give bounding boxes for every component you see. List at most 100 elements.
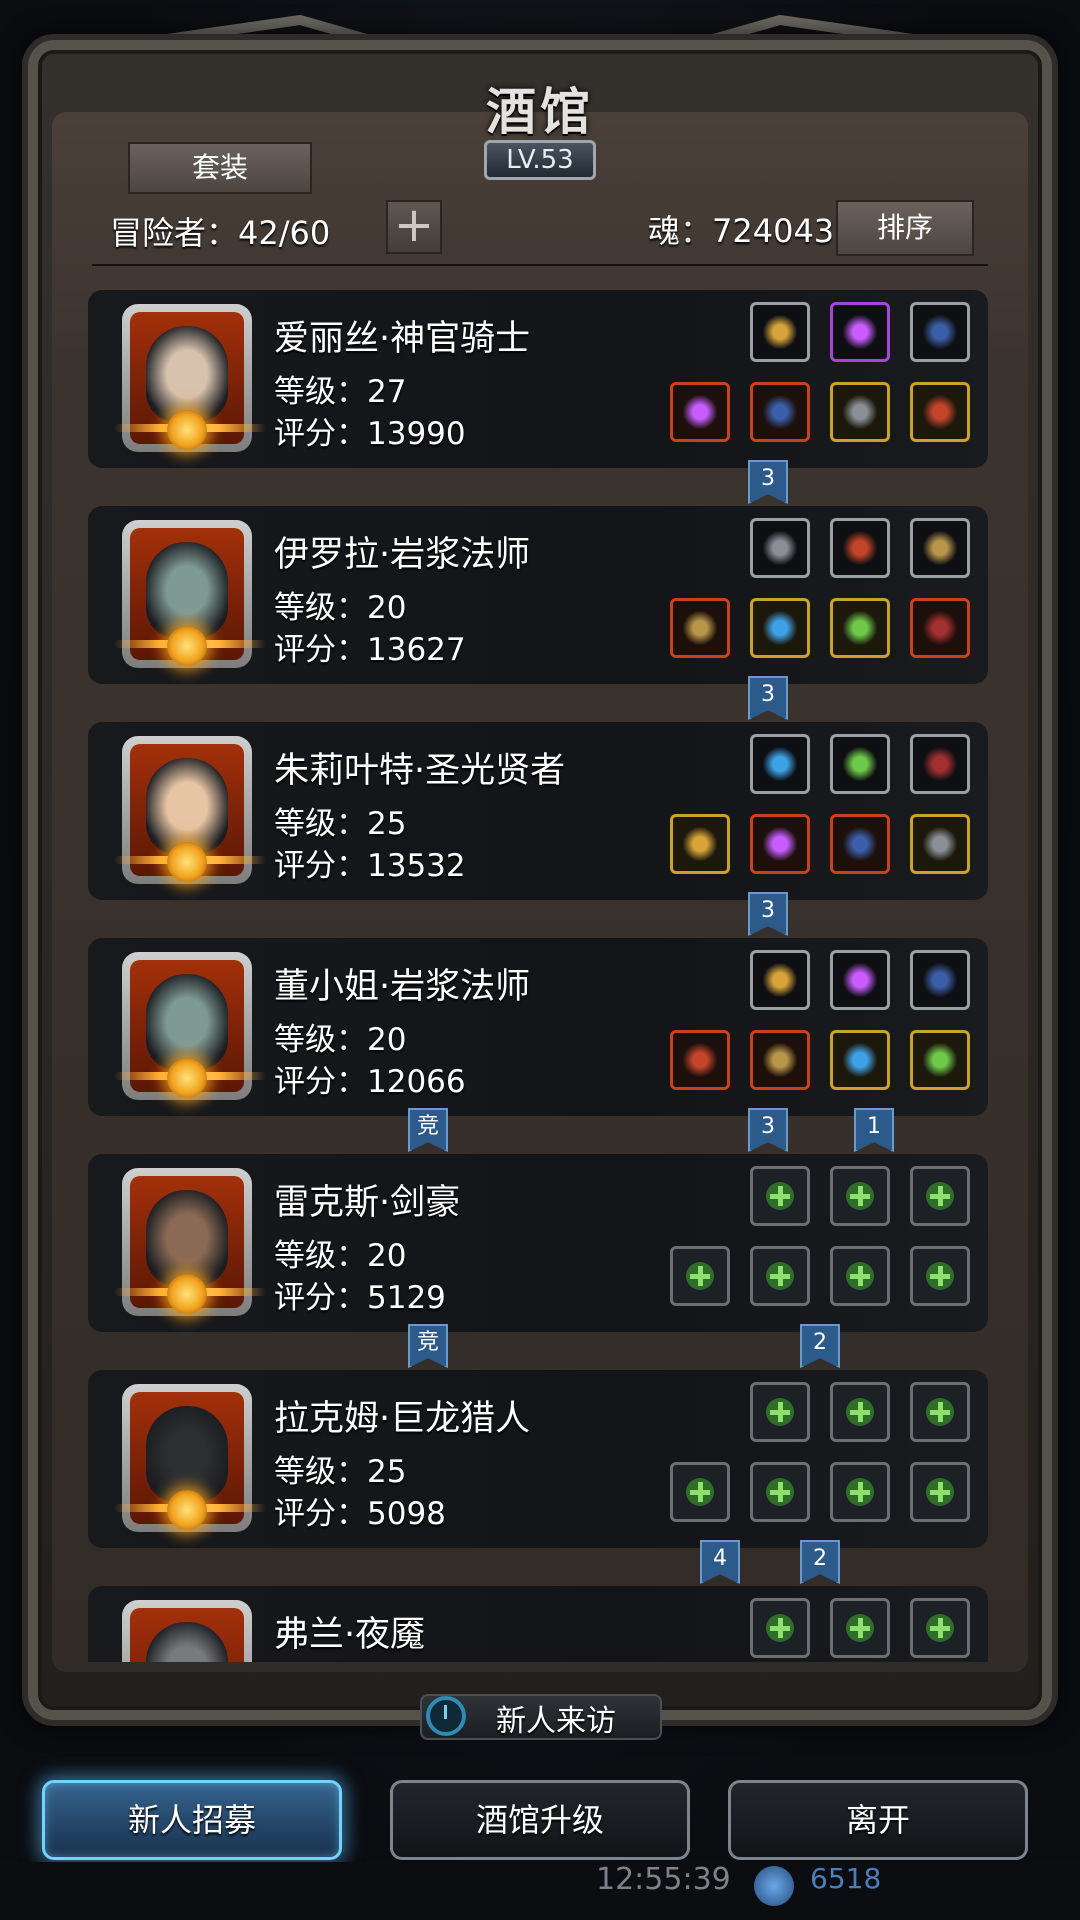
equipment-slot[interactable]: [830, 598, 890, 658]
equipment-slot[interactable]: [750, 598, 810, 658]
equipment-slot[interactable]: [830, 1462, 890, 1522]
rank-medal-icon: [167, 1490, 207, 1530]
hero-score: 评分：13627: [274, 632, 466, 668]
hero-score: 评分：5098: [274, 1496, 446, 1532]
equipment-slot[interactable]: [910, 814, 970, 874]
hero-card[interactable]: 朱莉叶特·圣光贤者 等级：25 评分：13532: [88, 722, 988, 900]
equipment-slot[interactable]: [750, 1462, 810, 1522]
tavern-upgrade-button[interactable]: 酒馆升级: [390, 1780, 690, 1860]
hero-card[interactable]: 爱丽丝·神官骑士 等级：27 评分：13990: [88, 290, 988, 468]
hero-portrait[interactable]: [122, 1600, 252, 1662]
equipment-slot[interactable]: [910, 1166, 970, 1226]
hero-name: 拉克姆·巨龙猎人: [274, 1399, 531, 1439]
equipment-slot[interactable]: [750, 518, 810, 578]
suit-button[interactable]: 套装: [128, 142, 312, 194]
equipment-slot[interactable]: [830, 302, 890, 362]
bow-icon: [923, 315, 957, 349]
hero-name: 爱丽丝·神官骑士: [274, 319, 531, 359]
equipment-slot[interactable]: [670, 814, 730, 874]
equipment-slot[interactable]: [910, 1382, 970, 1442]
equipment-slot[interactable]: [910, 302, 970, 362]
equipment-slot[interactable]: [830, 1598, 890, 1658]
leave-button[interactable]: 离开: [728, 1780, 1028, 1860]
empty-slot-icon: [766, 1398, 794, 1426]
equipment-slot[interactable]: [750, 1246, 810, 1306]
gem-currency-amount: 6518: [810, 1862, 882, 1895]
equipment-slot[interactable]: [750, 814, 810, 874]
equipment-slot[interactable]: [670, 598, 730, 658]
clock-time: 12:55:39: [596, 1862, 731, 1897]
equipment-slot[interactable]: [670, 1030, 730, 1090]
empty-slot-icon: [766, 1614, 794, 1642]
hero-card[interactable]: 拉克姆·巨龙猎人等级：25 评分：5098: [88, 1370, 988, 1548]
hero-score: 评分：13990: [274, 416, 466, 452]
hero-score: 评分：12066: [274, 1064, 466, 1100]
hero-list[interactable]: 爱丽丝·神官骑士 等级：27 评分：13990 伊罗拉·岩浆法师等级：20 评分：136…: [86, 280, 990, 1662]
equipment-slot[interactable]: [910, 598, 970, 658]
equipment-slot[interactable]: [910, 382, 970, 442]
equipment-slot[interactable]: [910, 1598, 970, 1658]
hero-level: 等级：20: [274, 590, 407, 626]
equipment-slot[interactable]: [750, 950, 810, 1010]
equipment-slot[interactable]: [910, 1462, 970, 1522]
equipment-slot[interactable]: [830, 950, 890, 1010]
equipment-slot[interactable]: [910, 950, 970, 1010]
equipment-slot[interactable]: [750, 1598, 810, 1658]
sort-button[interactable]: 排序: [836, 200, 974, 256]
equipment-slot[interactable]: [910, 734, 970, 794]
armor-icon: [763, 395, 797, 429]
hero-face: [146, 1622, 228, 1662]
equipment-slot[interactable]: [830, 1166, 890, 1226]
equipment-slot[interactable]: [750, 382, 810, 442]
header-divider: [92, 264, 988, 266]
equipment-slot[interactable]: [830, 518, 890, 578]
hero-card[interactable]: 雷克斯·剑豪 等级：20 评分：5129: [88, 1154, 988, 1332]
equipment-slot[interactable]: [910, 1246, 970, 1306]
empty-slot-icon: [846, 1398, 874, 1426]
equipment-slot[interactable]: [830, 1382, 890, 1442]
equipment-slot[interactable]: [670, 1246, 730, 1306]
bracer-icon: [843, 611, 877, 645]
hero-name: 伊罗拉·岩浆法师: [274, 535, 531, 575]
armor-icon: [763, 827, 797, 861]
equipment-slot[interactable]: [830, 1030, 890, 1090]
staff-icon: [683, 1043, 717, 1077]
hero-card[interactable]: 弗兰·夜魇等级: [88, 1586, 988, 1662]
equipment-slot[interactable]: [750, 1166, 810, 1226]
empty-slot-icon: [766, 1478, 794, 1506]
set-count-tag: 1: [854, 1108, 894, 1152]
equipment-slot[interactable]: [830, 734, 890, 794]
new-visitor-label: 新人来访: [496, 1704, 616, 1739]
equipment-slot[interactable]: [830, 382, 890, 442]
rank-medal-icon: [167, 1058, 207, 1098]
pouch-icon: [923, 963, 957, 997]
set-count-tag: 3: [748, 1108, 788, 1152]
clock-icon: [426, 1696, 466, 1736]
ring-icon: [843, 827, 877, 861]
equipment-slot[interactable]: [750, 1030, 810, 1090]
set-count-tag: 3: [748, 676, 788, 720]
hero-level: 等级：25: [274, 1454, 407, 1490]
cloak-icon: [843, 1043, 877, 1077]
blade-icon: [923, 747, 957, 781]
equipment-slot[interactable]: [830, 814, 890, 874]
rank-medal-icon: [167, 410, 207, 450]
hero-card[interactable]: 董小姐·岩浆法师 等级：20 评分：12066: [88, 938, 988, 1116]
equipment-slot[interactable]: [830, 1246, 890, 1306]
orb-icon: [763, 531, 797, 565]
add-adventurer-slot-button[interactable]: +: [386, 200, 442, 254]
equipment-slot[interactable]: [750, 734, 810, 794]
hero-score: 评分：13532: [274, 848, 466, 884]
equipment-slot[interactable]: [670, 382, 730, 442]
recruit-button[interactable]: 新人招募: [42, 1780, 342, 1860]
equipment-slot[interactable]: [910, 1030, 970, 1090]
equipment-slot[interactable]: [750, 302, 810, 362]
equipment-slot[interactable]: [670, 1462, 730, 1522]
equipment-slot[interactable]: [910, 518, 970, 578]
hero-name: 朱莉叶特·圣光贤者: [274, 751, 566, 791]
orb-icon: [763, 963, 797, 997]
arena-tag: 竞: [408, 1324, 448, 1368]
hero-card[interactable]: 伊罗拉·岩浆法师等级：20 评分：13627: [88, 506, 988, 684]
necklace-icon: [843, 531, 877, 565]
equipment-slot[interactable]: [750, 1382, 810, 1442]
